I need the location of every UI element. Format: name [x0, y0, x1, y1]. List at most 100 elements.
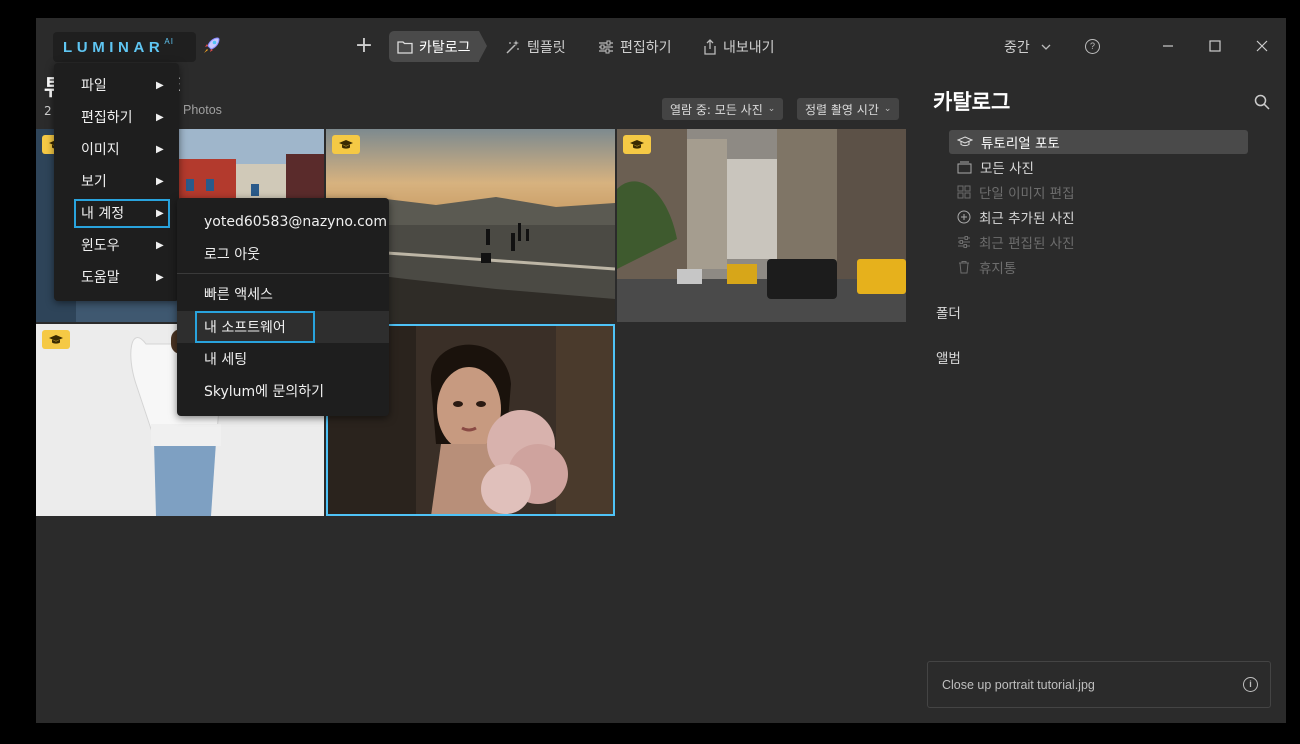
- menu-item-help[interactable]: 도움말 ▶: [54, 262, 179, 292]
- photo-source: Photos: [183, 103, 222, 117]
- selected-file-name: Close up portrait tutorial.jpg: [942, 677, 1095, 692]
- logo-ai-superscript: AI: [164, 36, 174, 46]
- highlight-box: [195, 311, 315, 343]
- tab-catalog[interactable]: 카탈로그: [389, 31, 487, 62]
- menu-divider: [177, 273, 389, 274]
- catalog-item-label: 최근 편집된 사진: [979, 236, 1075, 252]
- plus-circle-icon: [957, 210, 971, 224]
- account-email[interactable]: yoted60583@nazyno.com: [177, 206, 389, 238]
- share-icon: [704, 38, 716, 55]
- help-icon[interactable]: ?: [1085, 39, 1100, 54]
- menu-item-view[interactable]: 보기 ▶: [54, 166, 179, 196]
- catalog-item-label: 단일 이미지 편집: [979, 186, 1075, 202]
- catalog-item-label: 최근 추가된 사진: [979, 211, 1075, 227]
- minimize-icon[interactable]: [1158, 36, 1178, 56]
- title-bar: LUMINAR AI + 카탈로그 템플릿 편집하기 내보내기 중간 ?: [36, 18, 1286, 76]
- catalog-panel-title: 카탈로그: [933, 90, 1011, 114]
- sliders-icon: [599, 40, 613, 53]
- chevron-down-icon: ⌄: [883, 104, 892, 114]
- account-email-text: yoted60583@nazyno.com: [204, 214, 388, 230]
- catalog-item-single-image-edits[interactable]: 단일 이미지 편집: [949, 180, 1248, 204]
- my-software-item[interactable]: 내 소프트웨어: [177, 311, 389, 343]
- tab-export-label: 내보내기: [723, 39, 775, 56]
- stack-icon: [957, 161, 972, 174]
- submenu-arrow-icon: ▶: [156, 111, 164, 123]
- account-submenu: yoted60583@nazyno.com 로그 아웃 빠른 액세스 내 소프트…: [177, 198, 389, 416]
- tab-edit[interactable]: 편집하기: [598, 31, 672, 62]
- logo-text: LUMINAR: [63, 38, 165, 56]
- tab-templates-label: 템플릿: [527, 39, 566, 56]
- menu-item-label: 도움말: [81, 270, 120, 286]
- submenu-arrow-icon: ▶: [156, 271, 164, 283]
- tutorial-badge: [332, 135, 360, 154]
- quick-access-item[interactable]: 빠른 액세스: [177, 278, 389, 310]
- info-icon[interactable]: i: [1243, 677, 1258, 692]
- menu-item-file[interactable]: 파일 ▶: [54, 70, 179, 100]
- catalog-item-label: 휴지통: [979, 261, 1017, 277]
- catalog-item-recently-added[interactable]: 최근 추가된 사진: [949, 205, 1248, 229]
- menu-item-label: 윈도우: [81, 238, 120, 254]
- contact-skylum-label: Skylum에 문의하기: [204, 384, 325, 400]
- submenu-arrow-icon: ▶: [156, 79, 164, 91]
- folder-icon: [397, 40, 413, 54]
- sort-dropdown[interactable]: 정렬 촬영 시간 ⌄: [797, 98, 900, 120]
- menu-item-label: 이미지: [81, 142, 120, 158]
- trash-icon: [959, 261, 969, 274]
- app-main-menu: 파일 ▶ 편집하기 ▶ 이미지 ▶ 보기 ▶ 내 계정 ▶ 윈도우 ▶ 도움말 …: [54, 63, 179, 301]
- tutorial-badge: [623, 135, 651, 154]
- albums-section[interactable]: 앨범: [936, 347, 961, 367]
- chevron-down-icon: [1041, 44, 1051, 50]
- my-settings-label: 내 세팅: [204, 352, 248, 368]
- tutorial-badge: [42, 330, 70, 349]
- menu-item-label: 파일: [81, 78, 107, 94]
- submenu-arrow-icon: ▶: [156, 143, 164, 155]
- filter-label: 열람 중: 모든 사진: [670, 102, 763, 117]
- catalog-item-all-photos[interactable]: 모든 사진: [949, 155, 1248, 179]
- tab-export[interactable]: 내보내기: [703, 31, 775, 62]
- quick-access-label: 빠른 액세스: [204, 287, 273, 303]
- submenu-arrow-icon: ▶: [156, 239, 164, 251]
- menu-item-my-account[interactable]: 내 계정 ▶: [54, 198, 179, 228]
- tab-edit-label: 편집하기: [620, 39, 672, 56]
- catalog-item-label: 모든 사진: [980, 161, 1034, 177]
- catalog-item-label: 튜토리얼 포토: [981, 136, 1060, 152]
- tab-catalog-label: 카탈로그: [419, 39, 471, 56]
- search-icon[interactable]: [1253, 93, 1271, 111]
- menu-item-window[interactable]: 윈도우 ▶: [54, 230, 179, 260]
- logout-item[interactable]: 로그 아웃: [177, 238, 389, 270]
- sliders-icon: [958, 236, 970, 248]
- logout-label: 로그 아웃: [204, 247, 260, 263]
- sort-label: 정렬 촬영 시간: [805, 102, 879, 117]
- rocket-icon[interactable]: [201, 34, 223, 56]
- luminar-logo[interactable]: LUMINAR AI: [53, 32, 196, 62]
- my-settings-item[interactable]: 내 세팅: [177, 343, 389, 375]
- filter-dropdown[interactable]: 열람 중: 모든 사진 ⌄: [662, 98, 784, 120]
- catalog-item-tutorial-photos[interactable]: 튜토리얼 포토: [949, 130, 1248, 154]
- selected-file-info: Close up portrait tutorial.jpg i: [927, 661, 1271, 708]
- folders-section[interactable]: 폴더: [936, 302, 961, 322]
- submenu-arrow-icon: ▶: [156, 175, 164, 187]
- graduation-cap-icon: [339, 139, 353, 149]
- contact-skylum-item[interactable]: Skylum에 문의하기: [177, 375, 389, 407]
- graduation-cap-icon: [49, 334, 63, 344]
- zoom-label: 중간: [1004, 40, 1030, 56]
- sparkle-icon: [506, 39, 519, 54]
- close-icon[interactable]: [1252, 36, 1272, 56]
- maximize-icon[interactable]: [1205, 36, 1225, 56]
- menu-item-image[interactable]: 이미지 ▶: [54, 134, 179, 164]
- grid-icon: [957, 185, 971, 199]
- add-photos-button[interactable]: +: [352, 35, 376, 59]
- graduation-cap-icon: [630, 139, 644, 149]
- zoom-dropdown[interactable]: 중간: [1004, 37, 1052, 57]
- catalog-item-trash[interactable]: 휴지통: [949, 255, 1248, 279]
- photo-count: 2: [44, 104, 52, 118]
- menu-item-label: 편집하기: [81, 110, 133, 126]
- photo-thumbnail[interactable]: [617, 129, 906, 322]
- tab-templates[interactable]: 템플릿: [505, 31, 566, 62]
- catalog-item-recently-edited[interactable]: 최근 편집된 사진: [949, 230, 1248, 254]
- menu-item-label: 보기: [81, 174, 107, 190]
- menu-item-edit[interactable]: 편집하기 ▶: [54, 102, 179, 132]
- graduation-cap-icon: [957, 136, 973, 147]
- submenu-arrow-icon: ▶: [156, 207, 164, 219]
- chevron-down-icon: ⌄: [767, 104, 776, 114]
